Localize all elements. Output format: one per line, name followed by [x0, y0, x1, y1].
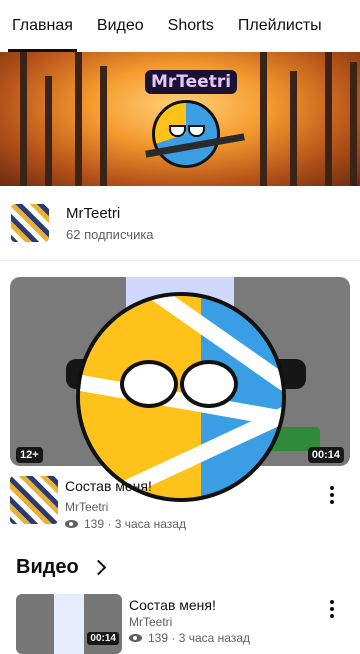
tab-playlists[interactable]: Плейлисты	[226, 0, 334, 52]
views-icon	[65, 520, 78, 528]
view-count: 139	[84, 517, 105, 531]
upload-age: 3 часа назад	[114, 517, 186, 531]
tab-home[interactable]: Главная	[0, 0, 85, 52]
subscriber-count: 62 подписчика	[66, 226, 154, 242]
tab-videos[interactable]: Видео	[85, 0, 156, 52]
videos-section-header[interactable]: Видео	[16, 556, 107, 579]
right-eye	[180, 360, 238, 408]
video-meta: 139 · 3 часа назад	[129, 631, 250, 645]
video-title[interactable]: Состав меня!	[129, 597, 216, 613]
banner-tree	[290, 71, 297, 186]
channel-avatar[interactable]	[11, 204, 49, 242]
meta-separator: ·	[104, 517, 115, 531]
duration-badge: 00:14	[87, 632, 119, 645]
banner-country-ball	[152, 100, 220, 168]
banner-tree	[45, 76, 52, 186]
banner-tree	[100, 66, 107, 186]
channel-name: MrTeetri	[66, 204, 121, 222]
video-channel-name: MrTeetri	[65, 500, 109, 514]
banner-tree	[350, 62, 357, 186]
banner-tree	[75, 52, 82, 186]
channel-header[interactable]: MrTeetri 62 подписчика	[0, 186, 360, 261]
age-rating-badge: 12+	[16, 447, 43, 463]
banner-tree	[20, 52, 27, 186]
video-title[interactable]: Состав меня!	[65, 478, 152, 494]
meta-separator: ·	[168, 631, 179, 645]
more-options-icon[interactable]	[330, 486, 334, 507]
chevron-right-icon	[90, 559, 107, 576]
duration-badge: 00:14	[307, 447, 344, 463]
left-eye	[120, 360, 178, 408]
video-channel-name: MrTeetri	[129, 615, 173, 629]
banner-tree	[325, 52, 332, 186]
views-icon	[129, 634, 142, 642]
video-meta: 139 · 3 часа назад	[65, 517, 186, 531]
video-thumbnail[interactable]: 00:14	[16, 594, 122, 654]
banner-title: MrTeetri	[145, 70, 238, 94]
channel-tabs: Главная Видео Shorts Плейлисты	[0, 0, 360, 53]
banner-tree	[260, 52, 267, 186]
upload-age: 3 часа назад	[178, 631, 250, 645]
more-options-icon[interactable]	[330, 600, 334, 621]
video-channel-avatar[interactable]	[10, 476, 58, 524]
tab-shorts[interactable]: Shorts	[156, 0, 226, 52]
view-count: 139	[148, 631, 169, 645]
featured-video-info[interactable]: Состав меня! MrTeetri 139 · 3 часа назад	[0, 470, 360, 540]
section-title: Видео	[16, 556, 79, 578]
thumbnail-center-panel	[54, 594, 84, 654]
